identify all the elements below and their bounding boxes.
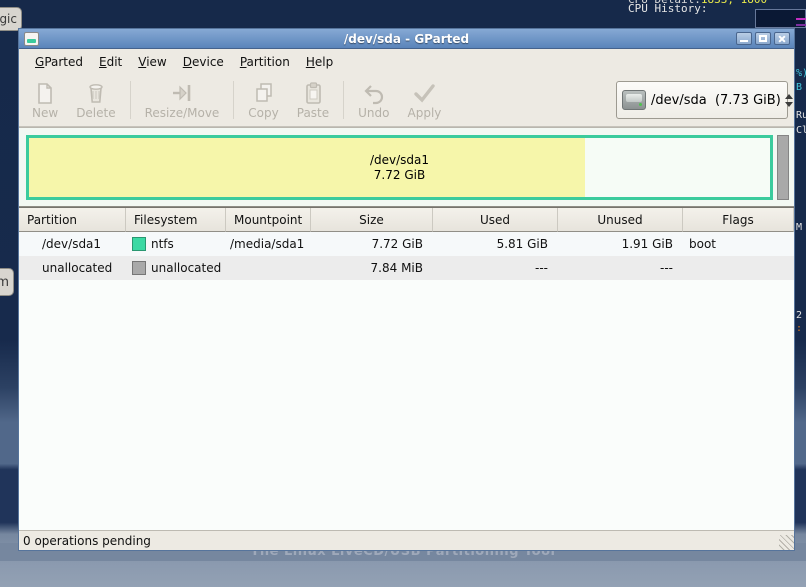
device-selector[interactable]: /dev/sda (7.73 GiB) — [616, 81, 788, 119]
header-flags: Flags — [683, 208, 794, 232]
cell-used: --- — [433, 256, 558, 280]
cell-partition: /dev/sda1 — [19, 232, 126, 256]
paste-clipboard-icon — [301, 81, 325, 105]
arrow-down-icon — [785, 102, 793, 107]
copy-button[interactable]: Copy — [239, 76, 287, 124]
header-unused: Unused — [558, 208, 683, 232]
status-bar: 0 operations pending — [19, 530, 794, 550]
monitor-fragment: B — [796, 82, 802, 93]
cell-unused: --- — [558, 256, 683, 280]
disk-visual-panel: /dev/sda1 7.72 GiB — [19, 127, 794, 207]
cell-partition: unallocated — [19, 256, 126, 280]
resize-grip[interactable] — [779, 535, 794, 550]
device-selector-value: /dev/sda (7.73 GiB) — [651, 93, 781, 108]
toolbar-separator — [343, 81, 344, 119]
toolbar: New Delete Resize/Move — [19, 74, 794, 127]
monitor-fragment: %) — [796, 68, 806, 79]
header-partition: Partition — [19, 208, 126, 232]
device-selector-arrows — [781, 94, 793, 107]
header-filesystem: Filesystem — [126, 208, 226, 232]
cell-mountpoint: /media/sda1 — [226, 232, 311, 256]
operations-pending-text: 0 operations pending — [23, 534, 151, 548]
monitor-fragment: 2 — [796, 310, 802, 321]
new-button[interactable]: New — [23, 76, 67, 124]
resize-move-button[interactable]: Resize/Move — [136, 76, 229, 124]
filesystem-label: ntfs — [151, 237, 174, 251]
partition-table: Partition Filesystem Mountpoint Size Use… — [19, 207, 794, 530]
copy-icon — [252, 81, 276, 105]
background-tab-label: m — [0, 275, 9, 290]
monitor-fragment: : — [796, 323, 802, 334]
gparted-window: /dev/sda - GParted GParted Edit View Dev… — [18, 28, 795, 551]
paste-button[interactable]: Paste — [288, 76, 338, 124]
delete-button[interactable]: Delete — [67, 76, 124, 124]
unallocated-color-swatch — [132, 261, 146, 275]
cell-size: 7.72 GiB — [311, 232, 433, 256]
minimize-icon — [740, 40, 748, 42]
gparted-app-icon — [24, 32, 39, 46]
undo-arrow-icon — [362, 81, 386, 105]
background-tab-label: gic — [0, 12, 17, 26]
cell-filesystem: ntfs — [126, 232, 226, 256]
arrow-up-icon — [785, 94, 793, 99]
partition-rect[interactable]: /dev/sda1 7.72 GiB — [26, 135, 773, 200]
apply-button[interactable]: Apply — [399, 76, 451, 124]
menu-bar: GParted Edit View Device Partition Help — [19, 49, 794, 74]
toolbar-spacer — [450, 76, 616, 124]
partition-visual-label: /dev/sda1 — [370, 153, 429, 168]
background-monitor-sliver: %) B Ru Cl M 2 : — [796, 0, 806, 587]
menu-device[interactable]: Device — [175, 52, 232, 72]
monitor-fragment: Cl — [796, 125, 806, 136]
resize-move-arrow-icon — [170, 81, 194, 105]
partition-visual-size: 7.72 GiB — [374, 168, 425, 183]
apply-checkmark-icon — [412, 81, 436, 105]
cell-flags — [683, 256, 794, 280]
screen: gic m CPU Detail:1833, 1800 CPU History:… — [0, 0, 806, 587]
header-mountpoint: Mountpoint — [226, 208, 311, 232]
cell-used: 5.81 GiB — [433, 232, 558, 256]
header-used: Used — [433, 208, 558, 232]
new-partition-icon — [33, 81, 57, 105]
monitor-fragment: Ru — [796, 110, 806, 121]
cell-flags: boot — [683, 232, 794, 256]
window-title: /dev/sda - GParted — [19, 32, 794, 46]
filesystem-label: unallocated — [151, 261, 221, 275]
menu-view[interactable]: View — [130, 52, 174, 72]
cell-unused: 1.91 GiB — [558, 232, 683, 256]
cell-mountpoint — [226, 256, 311, 280]
background-window-tab-m[interactable]: m — [0, 268, 14, 296]
cpu-history-label: CPU History: — [628, 2, 707, 15]
toolbar-separator — [233, 81, 234, 119]
menu-gparted[interactable]: GParted — [27, 52, 91, 72]
table-row-sda1[interactable]: /dev/sda1 ntfs /media/sda1 7.72 GiB 5.81… — [19, 232, 794, 256]
delete-trash-icon — [84, 81, 108, 105]
maximize-button[interactable] — [755, 32, 771, 45]
monitor-fragment: M — [796, 222, 802, 233]
table-row-unallocated[interactable]: unallocated unallocated 7.84 MiB --- --- — [19, 256, 794, 280]
title-bar[interactable]: /dev/sda - GParted — [19, 29, 794, 49]
cell-size: 7.84 MiB — [311, 256, 433, 280]
cpu-detail-values: 1833, 1800 — [701, 0, 767, 6]
menu-partition[interactable]: Partition — [232, 52, 298, 72]
graph-line-purple — [796, 24, 806, 26]
menu-edit[interactable]: Edit — [91, 52, 130, 72]
toolbar-separator — [130, 81, 131, 119]
minimize-button[interactable] — [736, 32, 752, 45]
table-header: Partition Filesystem Mountpoint Size Use… — [19, 208, 794, 232]
cell-filesystem: unallocated — [126, 256, 226, 280]
maximize-icon — [759, 35, 767, 42]
graph-line-magenta — [796, 18, 806, 20]
undo-button[interactable]: Undo — [349, 76, 398, 124]
hard-drive-icon — [622, 90, 646, 110]
unallocated-rect[interactable] — [777, 135, 789, 200]
ntfs-color-swatch — [132, 237, 146, 251]
close-button[interactable] — [774, 32, 790, 45]
header-size: Size — [311, 208, 433, 232]
menu-help[interactable]: Help — [298, 52, 341, 72]
